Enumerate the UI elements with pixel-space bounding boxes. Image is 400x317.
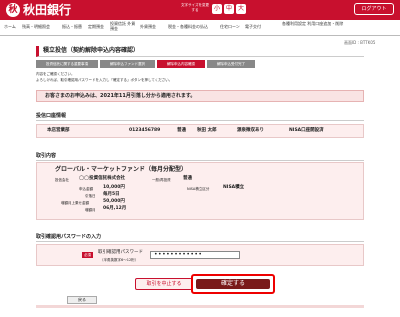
bonus-month-label: 増額月: [85, 208, 96, 212]
step-3-current: 解除申込内容確認: [157, 60, 205, 68]
intro-line-2: よろしければ、取引確認用パスワードを入力し「確定する」ボタンを押してください。: [36, 78, 173, 82]
debit-day-label: 引落日: [85, 194, 96, 198]
font-large-button[interactable]: 大: [236, 4, 246, 14]
nav-payments[interactable]: 税金・各種料金の払込: [168, 24, 208, 29]
notice-banner: お客さまのお申込みは、2021年11月引落し分から適用されます。: [36, 90, 364, 102]
page-title: 積立投信（契約解除申込内容確認）: [36, 46, 364, 57]
font-medium-button[interactable]: 中: [224, 4, 234, 14]
logout-button[interactable]: ログアウト: [354, 3, 394, 15]
step-1: 投資信託に関する重要事項: [36, 60, 98, 68]
bonus-amount-label: 増額月上乗せ金額: [61, 201, 89, 205]
bank-logo-icon: 秋: [6, 3, 20, 17]
debit-day-value: 毎月5日: [103, 192, 120, 197]
trade-detail-box: グローバル・マーケットファンド（毎月分配型） 投信会社 ◯◯投資信託株式会社 一…: [36, 162, 364, 220]
back-button[interactable]: 戻る: [67, 296, 97, 304]
required-badge: 必須: [82, 252, 93, 258]
password-section-title: 取引確認用パスワードの入力: [36, 233, 364, 242]
fund-name: グローバル・マーケットファンド（毎月分配型）: [55, 166, 187, 173]
nav-fx-deposit[interactable]: 外貨預金: [140, 24, 156, 29]
account-section-title: 投信口座情報: [36, 112, 364, 121]
intro-line-1: 内容をご確認ください。: [36, 72, 75, 76]
header-bar: 秋 秋田銀行 文字サイズを変更する 小 中 大 ログアウト: [0, 0, 400, 20]
mgmt-value: ◯◯投資信託株式会社: [79, 176, 126, 181]
nav-transfer[interactable]: 振込・振替: [62, 24, 82, 29]
nisa-type-value: NISA積立: [223, 185, 245, 190]
amount-label: 申込金額: [79, 187, 93, 191]
nav-time-deposit[interactable]: 定期預金: [88, 24, 104, 29]
nav-investment[interactable]: 投資信託 外貨預金: [110, 21, 136, 31]
password-input[interactable]: ••••••••••••: [150, 251, 240, 259]
branch-name: 本店営業部: [47, 128, 70, 133]
withholding-status: 源泉徴収あり: [237, 128, 264, 133]
password-hint: （半角英数字6〜12桁）: [100, 258, 139, 262]
nav-settings[interactable]: 各種利用設定 利用口座追加・削除: [282, 21, 356, 26]
nav-home[interactable]: ホーム: [4, 24, 16, 29]
trade-section-title: 取引内容: [36, 152, 364, 161]
nav-balance[interactable]: 残高・明細照会: [22, 24, 50, 29]
nav-mortgage[interactable]: 住宅ローン: [220, 24, 240, 29]
cancel-button[interactable]: 取引を中止する: [135, 278, 193, 290]
account-info-box: 本店営業部 0123456789 普通 秋田 太郎 源泉徴収あり NISA口座開…: [36, 124, 364, 138]
bank-name[interactable]: 秋田銀行: [23, 2, 71, 18]
step-4: 解除申込受付完了: [207, 60, 255, 68]
amount-value: 10,000円: [103, 185, 125, 190]
password-label: 取引確認用パスワード: [98, 250, 143, 255]
footer-bar: [36, 305, 364, 308]
risk: 普通: [183, 176, 192, 181]
font-size-label: 文字サイズを変更する: [181, 3, 209, 12]
account-number: 0123456789: [129, 128, 161, 133]
account-type: 普通: [177, 128, 186, 133]
nav-e-delivery[interactable]: 電子交付: [245, 24, 261, 29]
mgmt-label: 投信会社: [55, 178, 69, 182]
confirm-button[interactable]: 確定する: [196, 279, 270, 289]
step-2: 解除申込ファンド選択: [100, 60, 155, 68]
confirm-highlight: 確定する: [191, 274, 275, 294]
bonus-month-value: 06月,12月: [103, 206, 127, 211]
category: 一般/再投資: [152, 178, 171, 182]
nisa-status: NISA口座開設済: [289, 128, 324, 133]
nisa-type-label: NISA積立区分: [187, 187, 210, 191]
account-holder: 秋田 太郎: [197, 128, 217, 133]
global-nav: ホーム 残高・明細照会 振込・振替 定期預金 投資信託 外貨預金 外貨預金 税金…: [0, 20, 400, 36]
font-small-button[interactable]: 小: [212, 4, 222, 14]
bonus-amount-value: 50,000円: [103, 199, 125, 204]
